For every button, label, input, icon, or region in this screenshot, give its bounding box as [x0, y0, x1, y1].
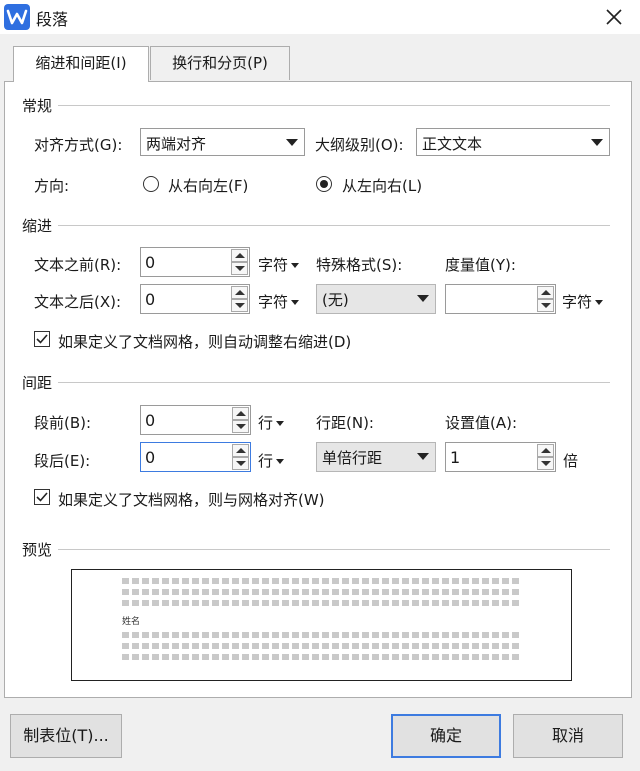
- preview-sample-text: 姓名: [122, 617, 141, 627]
- alignment-dropdown[interactable]: 两端对齐: [140, 128, 305, 156]
- spin-up-button[interactable]: [232, 444, 249, 457]
- space-after-value: 0: [145, 448, 156, 467]
- chevron-down-icon: [591, 139, 603, 146]
- setting-value-label: 设置值(A):: [445, 414, 518, 432]
- space-before-unit-dropdown[interactable]: 行: [258, 412, 285, 433]
- space-before-label: 段前(B):: [34, 414, 92, 432]
- cancel-button[interactable]: 取消: [513, 714, 623, 758]
- general-divider: [24, 105, 610, 106]
- chevron-down-icon: [286, 139, 298, 146]
- direction-rtl-label[interactable]: 从右向左(F): [168, 175, 248, 196]
- preview-line: [122, 643, 519, 649]
- caret-down-icon: [276, 421, 285, 426]
- line-spacing-label: 行距(N):: [316, 414, 374, 432]
- spin-down-button[interactable]: [231, 299, 248, 312]
- preview-heading: 预览: [22, 539, 59, 560]
- indent-after-unit-dropdown[interactable]: 字符: [258, 291, 300, 312]
- preview-line: [122, 600, 519, 606]
- auto-adjust-indent-label[interactable]: 如果定义了文档网格，则自动调整右缩进(D): [58, 331, 351, 352]
- chevron-down-icon: [417, 453, 429, 460]
- wps-writer-app-icon: [4, 4, 30, 30]
- tab-line-page-breaks[interactable]: 换行和分页(P): [150, 46, 290, 80]
- window-title: 段落: [36, 10, 69, 29]
- spin-down-button[interactable]: [537, 457, 554, 470]
- spin-up-button[interactable]: [231, 249, 248, 262]
- indent-divider: [24, 225, 610, 226]
- line-spacing-dropdown[interactable]: 单倍行距: [316, 442, 436, 472]
- space-after-unit: 行: [258, 452, 274, 470]
- space-before-value: 0: [145, 411, 156, 430]
- spin-down-button[interactable]: [232, 420, 249, 433]
- preview-divider: [24, 549, 610, 550]
- spacing-heading: 间距: [22, 372, 59, 393]
- setting-value-spinner[interactable]: 1: [445, 442, 556, 472]
- space-after-unit-dropdown[interactable]: 行: [258, 450, 285, 471]
- paragraph-dialog: 段落 缩进和间距(I) 换行和分页(P) 常规 对齐方式(G): 两端对齐 大纲…: [0, 0, 640, 771]
- space-before-unit: 行: [258, 414, 274, 432]
- check-icon: [36, 334, 48, 344]
- measure-spinner[interactable]: [445, 284, 556, 314]
- preview-line: [122, 578, 519, 584]
- measure-label: 度量值(Y):: [445, 256, 516, 274]
- spin-up-button[interactable]: [537, 444, 554, 457]
- indent-before-value: 0: [145, 253, 156, 272]
- special-format-label: 特殊格式(S):: [316, 256, 403, 274]
- preview-line: [122, 654, 519, 660]
- setting-value: 1: [450, 448, 461, 467]
- close-button[interactable]: [598, 2, 630, 32]
- measure-unit: 字符: [562, 293, 593, 311]
- indent-after-unit: 字符: [258, 293, 289, 311]
- measure-unit-dropdown[interactable]: 字符: [562, 291, 604, 312]
- title-bar: 段落: [0, 0, 640, 34]
- direction-rtl-radio[interactable]: [143, 176, 159, 192]
- space-before-spinner[interactable]: 0: [140, 405, 251, 435]
- indent-before-unit: 字符: [258, 256, 289, 274]
- line-spacing-value: 单倍行距: [322, 449, 383, 467]
- caret-down-icon: [276, 459, 285, 464]
- special-format-value: (无): [322, 291, 349, 309]
- check-icon: [36, 492, 48, 502]
- tab-indent-spacing[interactable]: 缩进和间距(I): [13, 46, 149, 82]
- paragraph-preview: 姓名: [71, 569, 572, 681]
- spacing-divider: [24, 382, 610, 383]
- chevron-down-icon: [417, 295, 429, 302]
- space-after-spinner[interactable]: 0: [140, 442, 251, 472]
- spin-up-button[interactable]: [232, 407, 249, 420]
- outline-level-label: 大纲级别(O):: [315, 136, 404, 154]
- caret-down-icon: [291, 300, 300, 305]
- spin-down-button[interactable]: [232, 457, 249, 470]
- space-after-label: 段后(E):: [34, 452, 91, 470]
- indent-after-label: 文本之后(X):: [34, 293, 122, 311]
- setting-value-unit: 倍: [563, 452, 579, 470]
- general-heading: 常规: [22, 95, 59, 116]
- snap-to-grid-checkbox[interactable]: [34, 489, 50, 505]
- caret-down-icon: [595, 300, 604, 305]
- spin-up-button[interactable]: [537, 286, 554, 299]
- direction-ltr-label[interactable]: 从左向右(L): [342, 175, 422, 196]
- special-format-dropdown[interactable]: (无): [316, 284, 436, 314]
- alignment-label: 对齐方式(G):: [34, 136, 123, 154]
- direction-label: 方向:: [34, 177, 70, 195]
- direction-ltr-radio[interactable]: [316, 176, 332, 192]
- alignment-value: 两端对齐: [146, 135, 207, 153]
- auto-adjust-indent-checkbox[interactable]: [34, 331, 50, 347]
- indent-after-value: 0: [145, 290, 156, 309]
- spin-up-button[interactable]: [231, 286, 248, 299]
- indent-after-spinner[interactable]: 0: [140, 284, 250, 314]
- spin-down-button[interactable]: [231, 262, 248, 275]
- indent-before-spinner[interactable]: 0: [140, 247, 250, 277]
- preview-line: [122, 589, 519, 595]
- outline-level-dropdown[interactable]: 正文文本: [416, 128, 610, 156]
- indent-before-label: 文本之前(R):: [34, 256, 122, 274]
- indent-heading: 缩进: [22, 215, 59, 236]
- snap-to-grid-label[interactable]: 如果定义了文档网格，则与网格对齐(W): [58, 489, 325, 510]
- preview-line: [122, 632, 519, 638]
- outline-level-value: 正文文本: [422, 135, 483, 153]
- indent-before-unit-dropdown[interactable]: 字符: [258, 254, 300, 275]
- tab-stops-button[interactable]: 制表位(T)...: [10, 714, 122, 758]
- caret-down-icon: [291, 263, 300, 268]
- ok-button[interactable]: 确定: [391, 714, 501, 758]
- close-icon: [606, 9, 622, 25]
- spin-down-button[interactable]: [537, 299, 554, 312]
